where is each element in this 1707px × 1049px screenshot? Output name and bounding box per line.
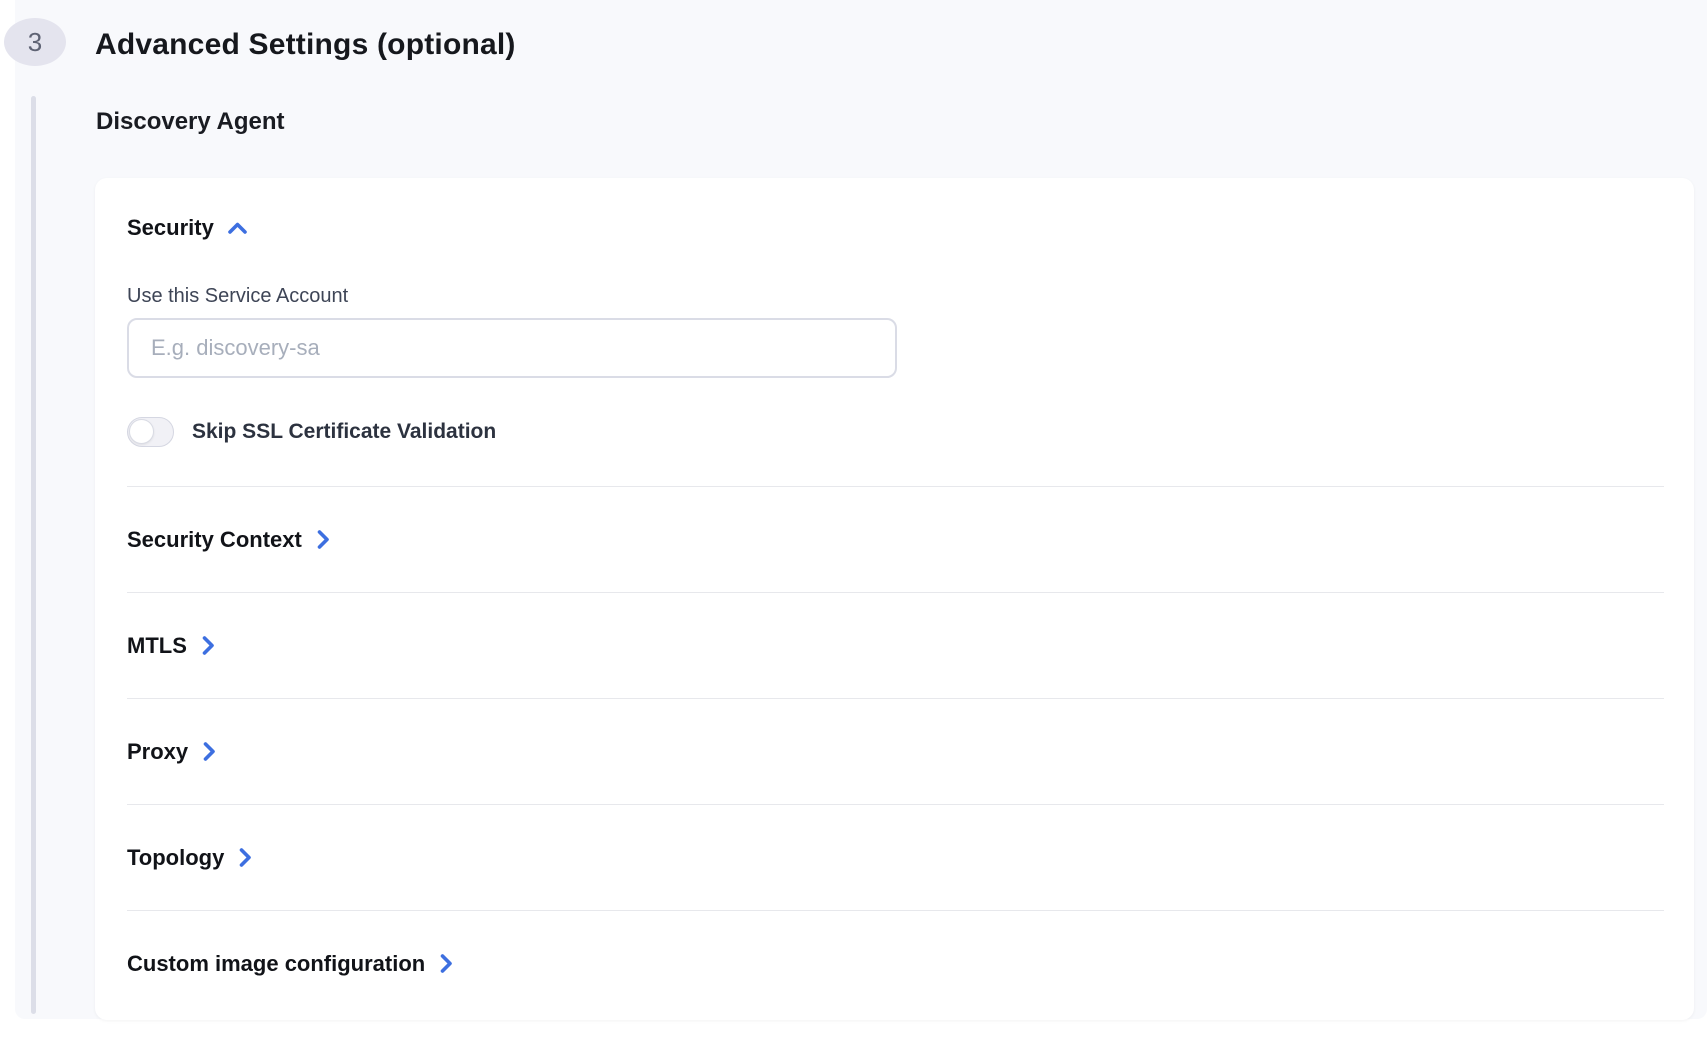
- chevron-right-icon: [203, 742, 215, 761]
- security-section-toggle[interactable]: Security: [127, 214, 247, 242]
- section-label: Proxy: [127, 739, 188, 765]
- chevron-right-icon: [239, 848, 251, 867]
- section-divider: [127, 592, 1664, 593]
- chevron-right-icon: [440, 954, 452, 973]
- skip-ssl-row: Skip SSL Certificate Validation: [127, 417, 496, 447]
- skip-ssl-label: Skip SSL Certificate Validation: [192, 420, 496, 444]
- section-row[interactable]: Proxy: [127, 699, 215, 804]
- service-account-label: Use this Service Account: [127, 285, 348, 308]
- section-row[interactable]: Custom image configuration: [127, 911, 452, 1016]
- chevron-right-icon: [202, 636, 214, 655]
- section-row[interactable]: Topology: [127, 805, 251, 910]
- skip-ssl-toggle[interactable]: [127, 417, 174, 447]
- section-divider: [127, 698, 1664, 699]
- section-row[interactable]: Security Context: [127, 487, 329, 592]
- section-divider: [127, 804, 1664, 805]
- step-number: 3: [28, 27, 42, 58]
- section-label: Topology: [127, 845, 224, 871]
- step-number-badge: 3: [4, 18, 66, 66]
- page-title: Advanced Settings (optional): [95, 28, 516, 62]
- page-subtitle: Discovery Agent: [96, 108, 285, 136]
- section-label: Custom image configuration: [127, 951, 425, 977]
- chevron-up-icon: [228, 222, 247, 234]
- section-row[interactable]: MTLS: [127, 593, 214, 698]
- chevron-right-icon: [317, 530, 329, 549]
- section-divider: [127, 486, 1664, 487]
- section-label: Security Context: [127, 527, 302, 553]
- step-connector-line: [31, 96, 36, 1014]
- toggle-knob-icon: [129, 419, 154, 444]
- discovery-agent-card: Security Use this Service Account Skip S…: [95, 178, 1694, 1020]
- collapsed-sections: Security Context MTLS Proxy Topology: [127, 486, 1664, 1016]
- service-account-input[interactable]: [127, 318, 897, 378]
- security-section-title: Security: [127, 215, 214, 241]
- section-label: MTLS: [127, 633, 187, 659]
